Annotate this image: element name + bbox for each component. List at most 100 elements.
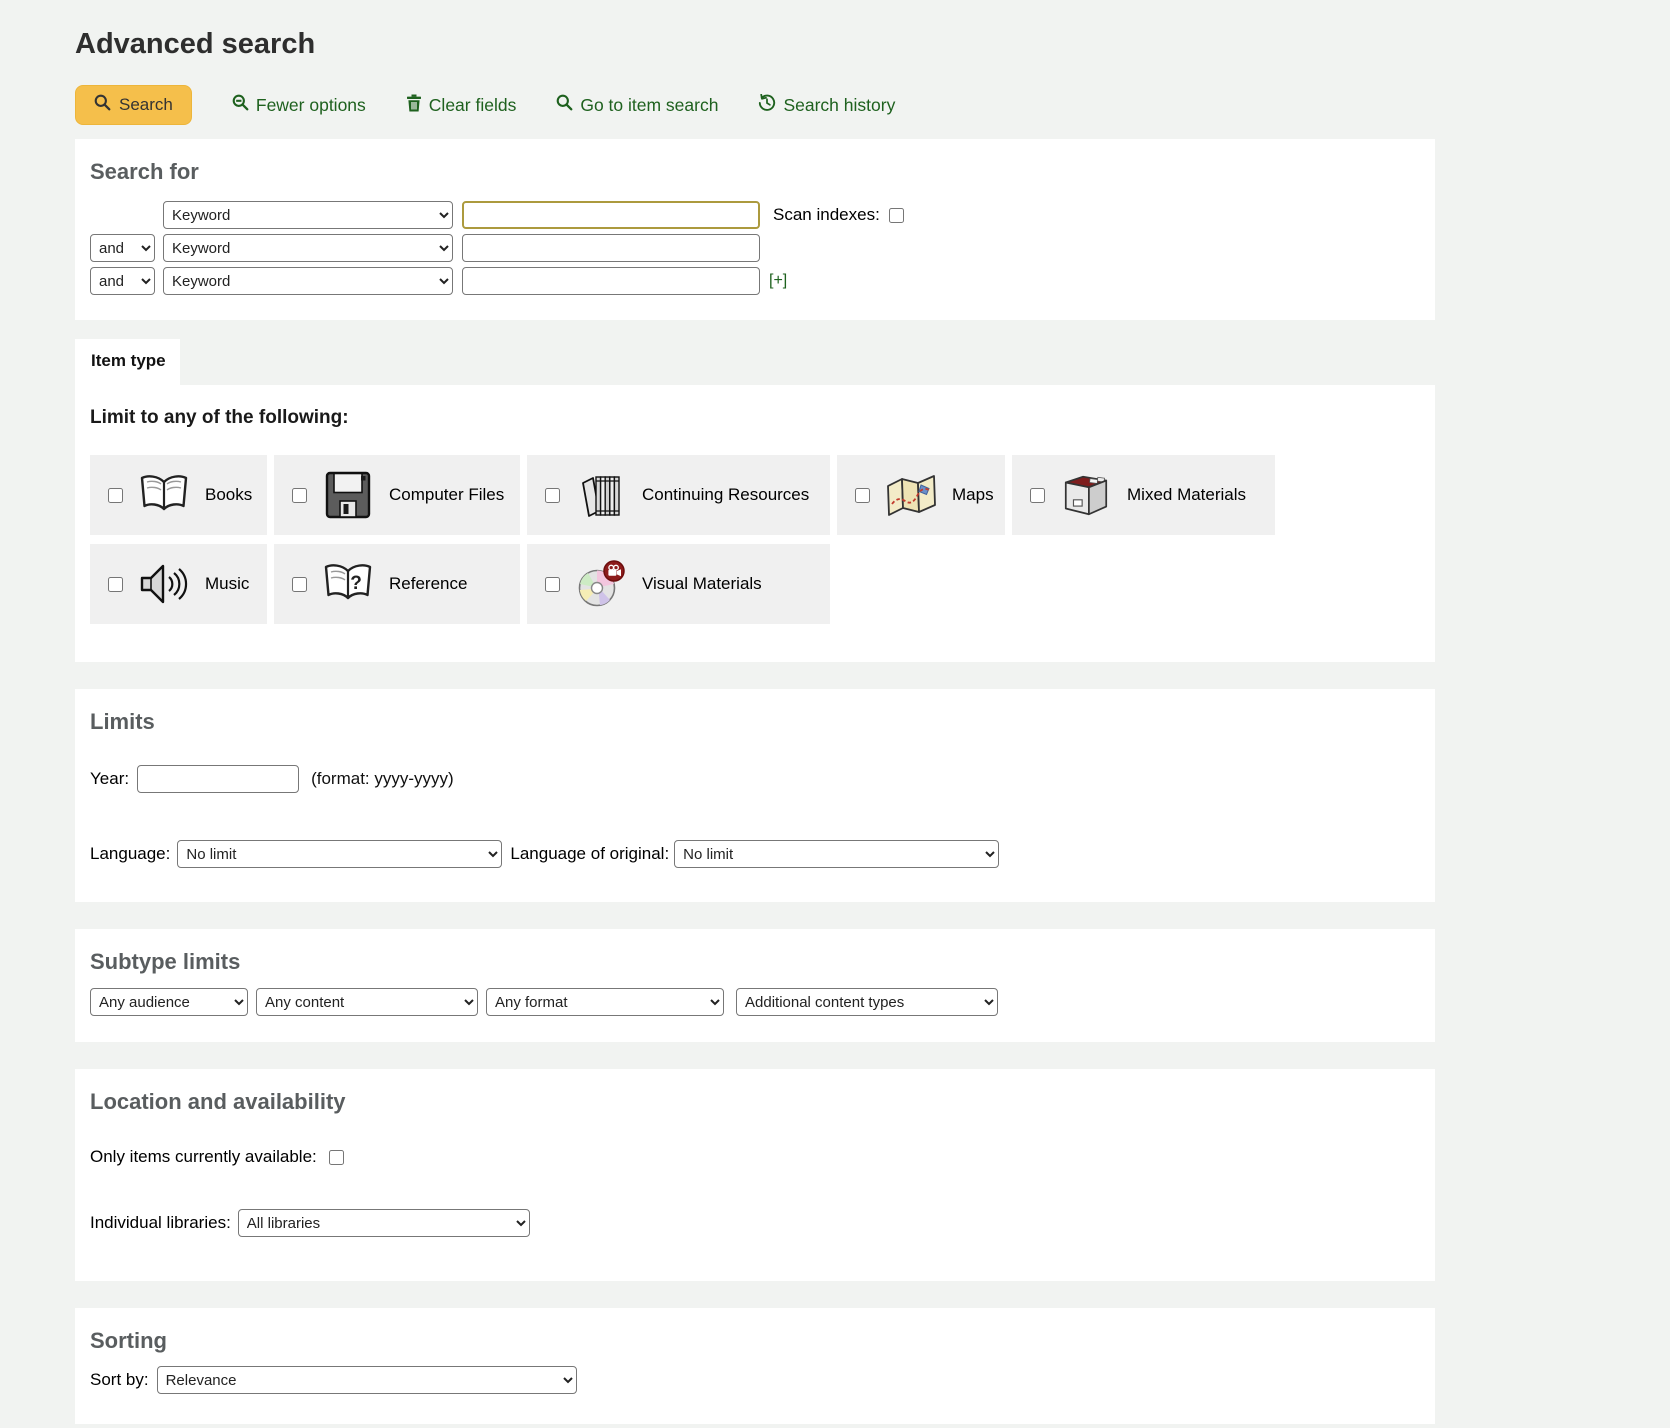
speaker-icon	[138, 558, 190, 610]
year-label: Year:	[90, 769, 129, 789]
page-title: Advanced search	[75, 28, 1435, 61]
language-label: Language:	[90, 844, 170, 864]
open-book-icon	[138, 469, 190, 521]
itemtype-visual-materials[interactable]: Visual Materials	[527, 544, 830, 624]
search-term-input-3[interactable]	[462, 267, 760, 295]
item-type-grid: Books Computer Files Continuing Resource…	[90, 455, 1420, 624]
music-checkbox[interactable]	[108, 577, 123, 592]
limits-panel: Limits Year: (format: yyyy-yyyy) Languag…	[75, 689, 1435, 902]
content-select[interactable]: Any content	[256, 988, 478, 1016]
itemtype-label: Computer Files	[389, 485, 504, 505]
clear-fields-link[interactable]: Clear fields	[406, 94, 517, 117]
subtype-selects-row: Any audience Any content Any format Addi…	[90, 988, 1420, 1016]
itemtype-reference[interactable]: ? Reference	[274, 544, 520, 624]
itemtype-maps[interactable]: Maps	[837, 455, 1005, 535]
itemtype-continuing-resources[interactable]: Continuing Resources	[527, 455, 830, 535]
add-search-row-link[interactable]: [+]	[769, 272, 787, 290]
toolbar: Search Fewer options Clear fields Go to …	[75, 85, 1435, 125]
visual-materials-checkbox[interactable]	[545, 577, 560, 592]
availability-row: Only items currently available:	[90, 1147, 1420, 1167]
floppy-disk-icon	[322, 469, 374, 521]
itemtype-label: Mixed Materials	[1127, 485, 1246, 505]
item-search-icon	[556, 94, 573, 116]
search-history-link[interactable]: Search history	[758, 94, 895, 117]
language-original-select[interactable]: No limit	[674, 840, 999, 868]
limit-to-heading: Limit to any of the following:	[90, 407, 1420, 429]
magnifier-minus-icon	[232, 94, 249, 116]
subtype-limits-panel: Subtype limits Any audience Any content …	[75, 929, 1435, 1042]
maps-checkbox[interactable]	[855, 488, 870, 503]
sort-by-label: Sort by:	[90, 1370, 149, 1390]
mixed-materials-checkbox[interactable]	[1030, 488, 1045, 503]
item-type-tab-strip: Item type	[75, 339, 1435, 385]
goto-item-search-label: Go to item search	[580, 95, 718, 116]
sorting-heading: Sorting	[90, 1328, 1420, 1354]
search-term-input-2[interactable]	[462, 234, 760, 262]
fewer-options-link[interactable]: Fewer options	[232, 94, 366, 116]
sorting-panel: Sorting Sort by: Relevance	[75, 1308, 1435, 1424]
sort-by-row: Sort by: Relevance	[90, 1366, 1420, 1394]
itemtype-computer-files[interactable]: Computer Files	[274, 455, 520, 535]
reference-checkbox[interactable]	[292, 577, 307, 592]
search-history-label: Search history	[783, 95, 895, 116]
clear-fields-label: Clear fields	[429, 95, 517, 116]
search-button[interactable]: Search	[75, 85, 192, 125]
language-select[interactable]: No limit	[177, 840, 502, 868]
fewer-options-label: Fewer options	[256, 95, 366, 116]
boolean-select-3[interactable]: and	[90, 267, 155, 295]
individual-libraries-label: Individual libraries:	[90, 1213, 231, 1233]
scan-indexes-label: Scan indexes:	[773, 205, 880, 225]
limits-heading: Limits	[90, 709, 1420, 735]
advanced-search-page: Advanced search Search Fewer options Cle…	[0, 0, 1670, 1424]
itemtype-music[interactable]: Music	[90, 544, 267, 624]
libraries-row: Individual libraries: All libraries	[90, 1209, 1420, 1237]
itemtype-mixed-materials[interactable]: Mixed Materials	[1012, 455, 1275, 535]
subtype-limits-heading: Subtype limits	[90, 949, 1420, 975]
index-select-3[interactable]: Keyword	[163, 267, 453, 295]
language-original-label: Language of original:	[510, 844, 669, 864]
continuing-resources-checkbox[interactable]	[545, 488, 560, 503]
itemtype-label: Music	[205, 574, 249, 594]
journals-icon	[575, 469, 627, 521]
audience-select[interactable]: Any audience	[90, 988, 248, 1016]
year-format-hint: (format: yyyy-yyyy)	[311, 769, 454, 789]
year-input[interactable]	[137, 765, 299, 793]
folded-map-icon	[885, 469, 937, 521]
trash-icon	[406, 94, 422, 117]
itemtype-label: Reference	[389, 574, 467, 594]
additional-content-types-select[interactable]: Additional content types	[736, 988, 998, 1016]
archive-box-icon	[1060, 469, 1112, 521]
itemtype-label: Visual Materials	[642, 574, 762, 594]
search-for-heading: Search for	[90, 159, 1420, 185]
only-available-label: Only items currently available:	[90, 1147, 317, 1167]
itemtype-label: Maps	[952, 485, 994, 505]
book-question-icon: ?	[322, 558, 374, 610]
search-term-input-1[interactable]	[462, 201, 760, 229]
item-type-panel: Limit to any of the following: Books Com…	[75, 385, 1435, 662]
search-row-2: and Keyword	[90, 234, 1420, 262]
format-select[interactable]: Any format	[486, 988, 724, 1016]
search-row-3: and Keyword [+]	[90, 267, 1420, 295]
location-availability-panel: Location and availability Only items cur…	[75, 1069, 1435, 1281]
language-row: Language: No limit Language of original:…	[90, 840, 1420, 868]
scan-indexes-checkbox[interactable]	[889, 208, 904, 223]
only-available-checkbox[interactable]	[329, 1150, 344, 1165]
location-availability-heading: Location and availability	[90, 1089, 1420, 1115]
search-button-label: Search	[119, 95, 173, 115]
tab-item-type[interactable]: Item type	[75, 339, 180, 385]
boolean-select-2[interactable]: and	[90, 234, 155, 262]
computer-files-checkbox[interactable]	[292, 488, 307, 503]
goto-item-search-link[interactable]: Go to item search	[556, 94, 718, 116]
disc-video-icon	[575, 558, 627, 610]
individual-libraries-select[interactable]: All libraries	[238, 1209, 530, 1237]
svg-text:?: ?	[350, 573, 362, 594]
search-icon	[94, 94, 111, 116]
sort-by-select[interactable]: Relevance	[157, 1366, 577, 1394]
search-for-panel: Search for Keyword Scan indexes: and Key…	[75, 139, 1435, 320]
itemtype-books[interactable]: Books	[90, 455, 267, 535]
index-select-1[interactable]: Keyword	[163, 201, 453, 229]
itemtype-label: Books	[205, 485, 252, 505]
books-checkbox[interactable]	[108, 488, 123, 503]
index-select-2[interactable]: Keyword	[163, 234, 453, 262]
year-row: Year: (format: yyyy-yyyy)	[90, 765, 1420, 793]
